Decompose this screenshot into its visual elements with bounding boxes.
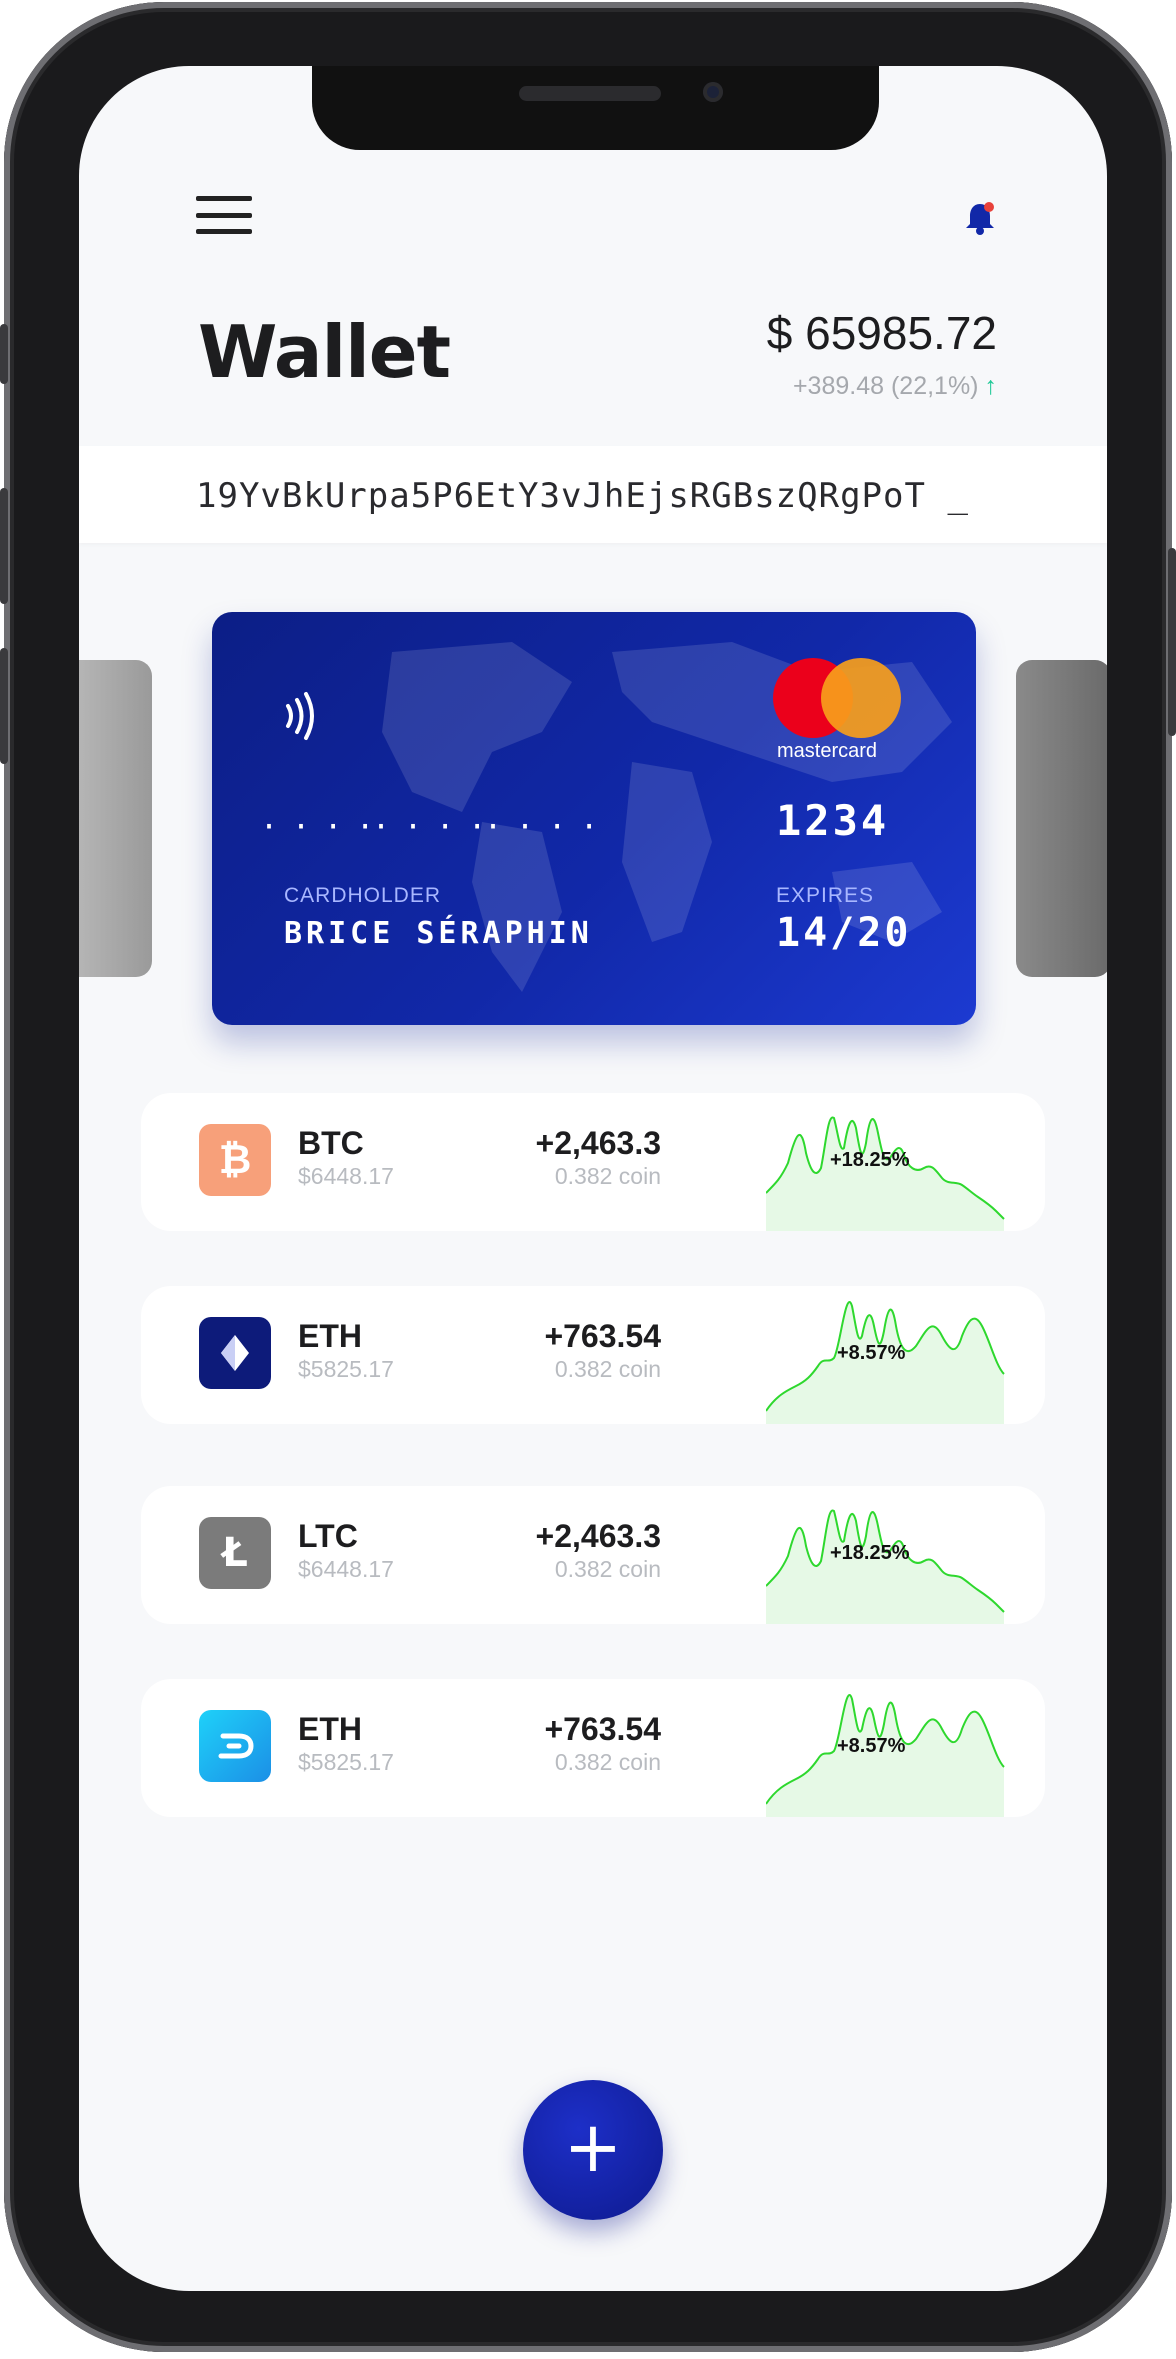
asset-symbol: ETH [298, 1318, 362, 1354]
asset-symbol: BTC [298, 1125, 364, 1161]
asset-price: $5825.17 [298, 1749, 394, 1775]
asset-coins: 0.382 coin [554, 1356, 661, 1382]
masked-digits-1: ···· [260, 810, 389, 845]
asset-price: $6448.17 [298, 1556, 394, 1582]
balance-change: +389.48 (22,1%) ↑ [793, 372, 997, 401]
asset-amount: +763.54 [544, 1711, 661, 1747]
card-brand: mastercard [777, 740, 878, 762]
volume-down-button [0, 648, 8, 764]
asset-row-eth[interactable]: ETH $5825.17 +763.54 0.382 coin +8.57% [141, 1286, 1045, 1424]
asset-percent: +18.25% [830, 1542, 910, 1564]
menu-icon[interactable] [196, 196, 252, 234]
silent-switch [0, 324, 8, 384]
bitcoin-icon: ₿ [199, 1124, 271, 1196]
sparkline-chart [766, 1694, 1005, 1817]
asset-symbol: ETH [298, 1711, 362, 1747]
notch [312, 66, 879, 150]
card-expiry: 14/20 [776, 910, 912, 956]
card-last-four: 1234 [776, 796, 890, 845]
asset-coins: 0.382 coin [554, 1749, 661, 1775]
asset-percent: +8.57% [837, 1342, 906, 1364]
page-title: Wallet [198, 310, 451, 394]
asset-amount: +763.54 [544, 1318, 661, 1354]
asset-percent: +18.25% [830, 1149, 910, 1171]
power-button [1168, 548, 1176, 736]
asset-row-btc[interactable]: ₿ BTC $6448.17 +2,463.3 0.382 coin +18.2… [141, 1093, 1045, 1231]
asset-row-dash[interactable]: ETH $5825.17 +763.54 0.382 coin +8.57% [141, 1679, 1045, 1817]
asset-price: $6448.17 [298, 1163, 394, 1189]
dash-icon [199, 1710, 271, 1782]
contactless-icon [286, 692, 314, 740]
mastercard-logo: mastercard [773, 658, 903, 762]
asset-amount: +2,463.3 [535, 1125, 661, 1161]
up-arrow-icon: ↑ [984, 372, 998, 400]
asset-percent: +8.57% [837, 1735, 906, 1757]
asset-coins: 0.382 coin [554, 1556, 661, 1582]
bell-icon[interactable] [958, 196, 1002, 240]
wallet-address: 19YvBkUrpa5P6EtY3vJhEjsRGBszQRgPoT _ [196, 476, 969, 516]
wallet-address-bar[interactable]: 19YvBkUrpa5P6EtY3vJhEjsRGBszQRgPoT _ [79, 446, 1107, 543]
cardholder-label: CARDHOLDER [284, 884, 442, 907]
asset-symbol: LTC [298, 1518, 358, 1554]
cardholder-name: BRICE SÉRAPHIN [284, 916, 593, 951]
credit-card[interactable]: mastercard ···· ···· ···· 1234 CARDHOLDE… [212, 612, 976, 1025]
asset-row-ltc[interactable]: Ł LTC $6448.17 +2,463.3 0.382 coin +18.2… [141, 1486, 1045, 1624]
sparkline-chart [766, 1301, 1005, 1424]
plus-icon: + [563, 2106, 623, 2188]
asset-price: $5825.17 [298, 1356, 394, 1382]
asset-coins: 0.382 coin [554, 1163, 661, 1189]
notification-dot [984, 202, 994, 212]
front-camera [703, 82, 723, 102]
speaker-grille [519, 86, 661, 101]
expires-label: EXPIRES [776, 884, 875, 907]
add-button[interactable]: + [523, 2080, 663, 2220]
asset-amount: +2,463.3 [535, 1518, 661, 1554]
next-card[interactable] [1016, 660, 1107, 977]
total-balance: $ 65985.72 [766, 307, 997, 359]
previous-card[interactable] [79, 660, 152, 977]
balance-change-text: +389.48 (22,1%) [792, 372, 979, 400]
ethereum-icon [199, 1317, 271, 1389]
masked-digits-2: ···· [372, 810, 501, 845]
litecoin-icon: Ł [199, 1517, 271, 1589]
phone-frame: Wallet $ 65985.72 +389.48 (22,1%) ↑ 19YvB… [0, 2, 1176, 2352]
app-screen: Wallet $ 65985.72 +389.48 (22,1%) ↑ 19YvB… [79, 66, 1107, 2291]
volume-up-button [0, 488, 8, 604]
masked-digits-3: ···· [484, 810, 613, 845]
